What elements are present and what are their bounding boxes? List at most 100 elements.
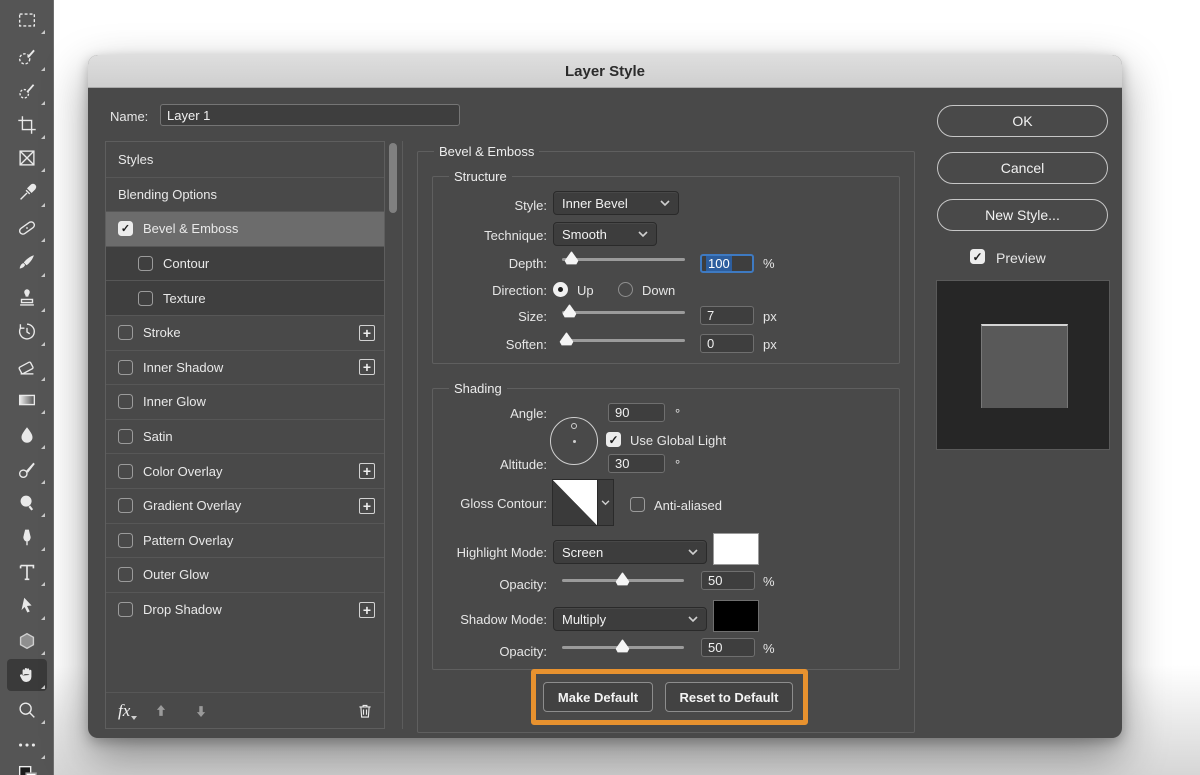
checkbox-checked[interactable]: ✓ [118, 221, 133, 237]
checkbox[interactable] [118, 532, 133, 548]
list-item-contour[interactable]: Contour [106, 245, 384, 281]
reset-to-default-button[interactable]: Reset to Default [665, 682, 793, 712]
list-item-satin[interactable]: Satin [106, 418, 384, 454]
list-item-drop-shadow[interactable]: Drop Shadow + [106, 591, 384, 627]
checkbox[interactable] [118, 325, 133, 341]
size-slider[interactable] [562, 304, 685, 318]
add-effect-icon[interactable]: + [359, 324, 375, 341]
gloss-contour-picker[interactable] [552, 479, 614, 526]
altitude-input[interactable]: 30 [608, 454, 665, 473]
dodge-icon[interactable] [7, 487, 47, 519]
list-item-texture[interactable]: Texture [106, 280, 384, 315]
blur-icon[interactable] [7, 419, 47, 451]
highlight-opacity-input[interactable]: 50 [701, 571, 755, 590]
use-global-light-checkbox[interactable]: ✓ [606, 432, 621, 447]
move-up-icon[interactable] [152, 702, 170, 720]
direction-down-radio[interactable] [618, 282, 633, 297]
checkbox[interactable] [118, 429, 133, 445]
chevron-down-icon[interactable] [596, 480, 613, 525]
add-effect-icon[interactable]: + [359, 463, 375, 480]
crop-icon[interactable] [7, 109, 47, 141]
soften-input[interactable]: 0 [700, 334, 754, 353]
size-input[interactable]: 7 [700, 306, 754, 325]
list-scrollbar-thumb[interactable] [389, 143, 397, 213]
depth-input[interactable]: 100 [700, 254, 754, 273]
healing-brush-icon[interactable] [7, 212, 47, 244]
shadow-color-swatch[interactable] [713, 600, 759, 632]
cancel-button[interactable]: Cancel [937, 152, 1108, 184]
pen-icon[interactable] [7, 521, 47, 553]
shape-icon[interactable] [7, 625, 47, 657]
clone-stamp-icon[interactable] [7, 282, 47, 314]
depth-unit: % [763, 256, 775, 271]
list-item-inner-glow[interactable]: Inner Glow [106, 384, 384, 419]
checkbox[interactable] [118, 498, 133, 514]
checkbox[interactable] [118, 394, 133, 410]
checkbox[interactable] [118, 359, 133, 375]
dialog-titlebar[interactable]: Layer Style [88, 55, 1122, 88]
eraser-icon[interactable] [7, 351, 47, 383]
technique-dropdown[interactable]: Smooth [553, 222, 657, 246]
checkbox[interactable] [118, 567, 133, 583]
fx-menu-icon[interactable]: fx [118, 701, 138, 721]
shadow-opacity-slider[interactable] [562, 639, 684, 653]
highlight-mode-dropdown[interactable]: Screen [553, 540, 707, 564]
checkbox[interactable] [138, 256, 153, 272]
checkbox[interactable] [118, 602, 133, 618]
shadow-opacity-input[interactable]: 50 [701, 638, 755, 657]
list-item-pattern-overlay[interactable]: Pattern Overlay [106, 522, 384, 558]
list-item-styles[interactable]: Styles [106, 142, 384, 177]
delete-effect-icon[interactable] [356, 702, 374, 720]
list-item-color-overlay[interactable]: Color Overlay + [106, 453, 384, 488]
add-effect-icon[interactable]: + [359, 601, 375, 618]
soften-slider[interactable] [559, 332, 685, 346]
ok-button[interactable]: OK [937, 105, 1108, 137]
highlight-mode-label: Highlight Mode: [456, 545, 547, 560]
anti-aliased-checkbox[interactable] [630, 497, 645, 512]
list-item-outer-glow[interactable]: Outer Glow [106, 557, 384, 592]
quick-selection-icon[interactable] [7, 75, 47, 107]
direction-up-radio[interactable] [553, 282, 568, 297]
list-item-gradient-overlay[interactable]: Gradient Overlay + [106, 487, 384, 523]
add-effect-icon[interactable]: + [359, 359, 375, 376]
add-effect-icon[interactable]: + [359, 497, 375, 514]
ellipsis-icon[interactable] [7, 729, 47, 761]
zoom-icon[interactable] [7, 694, 47, 726]
shadow-opacity-value: 50 [708, 640, 723, 655]
path-selection-icon[interactable] [7, 590, 47, 622]
highlight-color-swatch[interactable] [713, 533, 759, 565]
history-brush-icon[interactable] [7, 316, 47, 348]
list-item-stroke[interactable]: Stroke + [106, 314, 384, 350]
checkbox[interactable] [138, 290, 153, 306]
hand-icon[interactable] [7, 659, 47, 691]
move-down-icon[interactable] [192, 702, 210, 720]
preview-checkbox[interactable]: ✓ [970, 249, 985, 264]
frame-icon[interactable] [7, 142, 47, 174]
angle-dial[interactable] [550, 417, 598, 465]
new-style-button[interactable]: New Style... [937, 199, 1108, 231]
list-item-inner-shadow[interactable]: Inner Shadow + [106, 349, 384, 385]
brush-icon[interactable] [7, 247, 47, 279]
rect-marquee-icon[interactable] [7, 4, 47, 36]
structure-legend: Structure [449, 169, 512, 184]
style-dropdown[interactable]: Inner Bevel [553, 191, 679, 215]
gradient-icon[interactable] [7, 384, 47, 416]
checkbox[interactable] [118, 463, 133, 479]
name-input[interactable] [160, 104, 460, 126]
soften-label: Soften: [505, 337, 547, 352]
shadow-mode-dropdown[interactable]: Multiply [553, 607, 707, 631]
highlight-opacity-slider[interactable] [562, 572, 684, 586]
color-swatches-icon[interactable] [7, 758, 47, 775]
list-item-blending-options[interactable]: Blending Options [106, 176, 384, 212]
list-item-bevel-emboss[interactable]: ✓ Bevel & Emboss [106, 211, 384, 246]
make-default-button[interactable]: Make Default [543, 682, 653, 712]
angle-dial-center [572, 439, 576, 443]
type-icon[interactable] [7, 556, 47, 588]
selection-brush-icon[interactable] [7, 41, 47, 73]
smudge-icon[interactable] [7, 454, 47, 486]
eyedropper-icon[interactable] [7, 177, 47, 209]
angle-input[interactable]: 90 [608, 403, 665, 422]
altitude-value: 30 [615, 456, 630, 471]
technique-value: Smooth [562, 226, 607, 242]
depth-slider[interactable] [562, 251, 685, 265]
